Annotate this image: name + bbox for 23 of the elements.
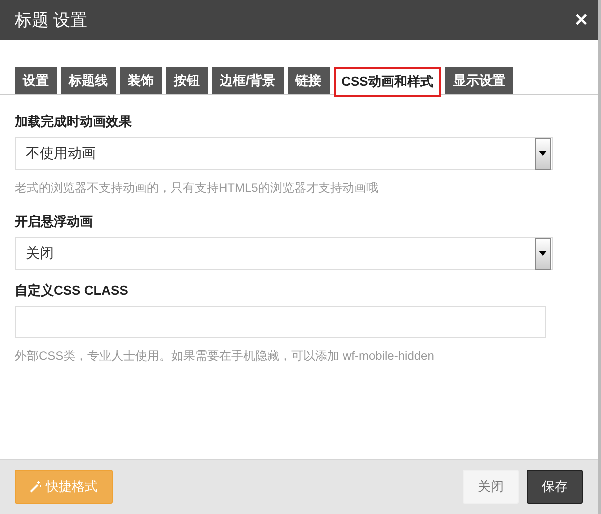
input-field[interactable] — [15, 306, 546, 338]
close-button[interactable]: 关闭 — [463, 470, 519, 504]
field-label: 开启悬浮动画 — [15, 213, 94, 231]
tab[interactable]: 按钮 — [166, 67, 208, 94]
caret-icon — [539, 151, 547, 156]
save-button[interactable]: 保存 — [527, 470, 583, 504]
tab[interactable]: 显示设置 — [445, 67, 514, 94]
tab[interactable]: 边框/背景 — [212, 67, 284, 94]
tab[interactable]: CSS动画和样式 — [334, 67, 442, 97]
close-button[interactable]: × — [575, 7, 588, 33]
help-text: 老式的浏览器不支持动画的，只有支持HTML5的浏览器才支持动画哦 — [15, 180, 380, 197]
help-text: 外部CSS类，专业人士使用。如果需要在手机隐藏，可以添加 wf-mobile-hidden — [15, 348, 436, 365]
select-field[interactable]: 关闭 — [15, 237, 553, 270]
tab[interactable]: 链接 — [288, 67, 330, 94]
tab[interactable]: 设置 — [15, 67, 57, 94]
tab[interactable]: 标题线 — [61, 67, 116, 94]
caret-icon — [539, 251, 547, 256]
select-field[interactable]: 不使用动画 — [15, 137, 553, 170]
field-label: 自定义CSS CLASS — [15, 282, 130, 300]
window-title: 标题 设置 — [15, 10, 88, 32]
tab[interactable]: 装饰 — [120, 67, 162, 94]
magic-wand-icon — [30, 481, 42, 493]
field-label: 加载完成时动画效果 — [15, 113, 133, 131]
